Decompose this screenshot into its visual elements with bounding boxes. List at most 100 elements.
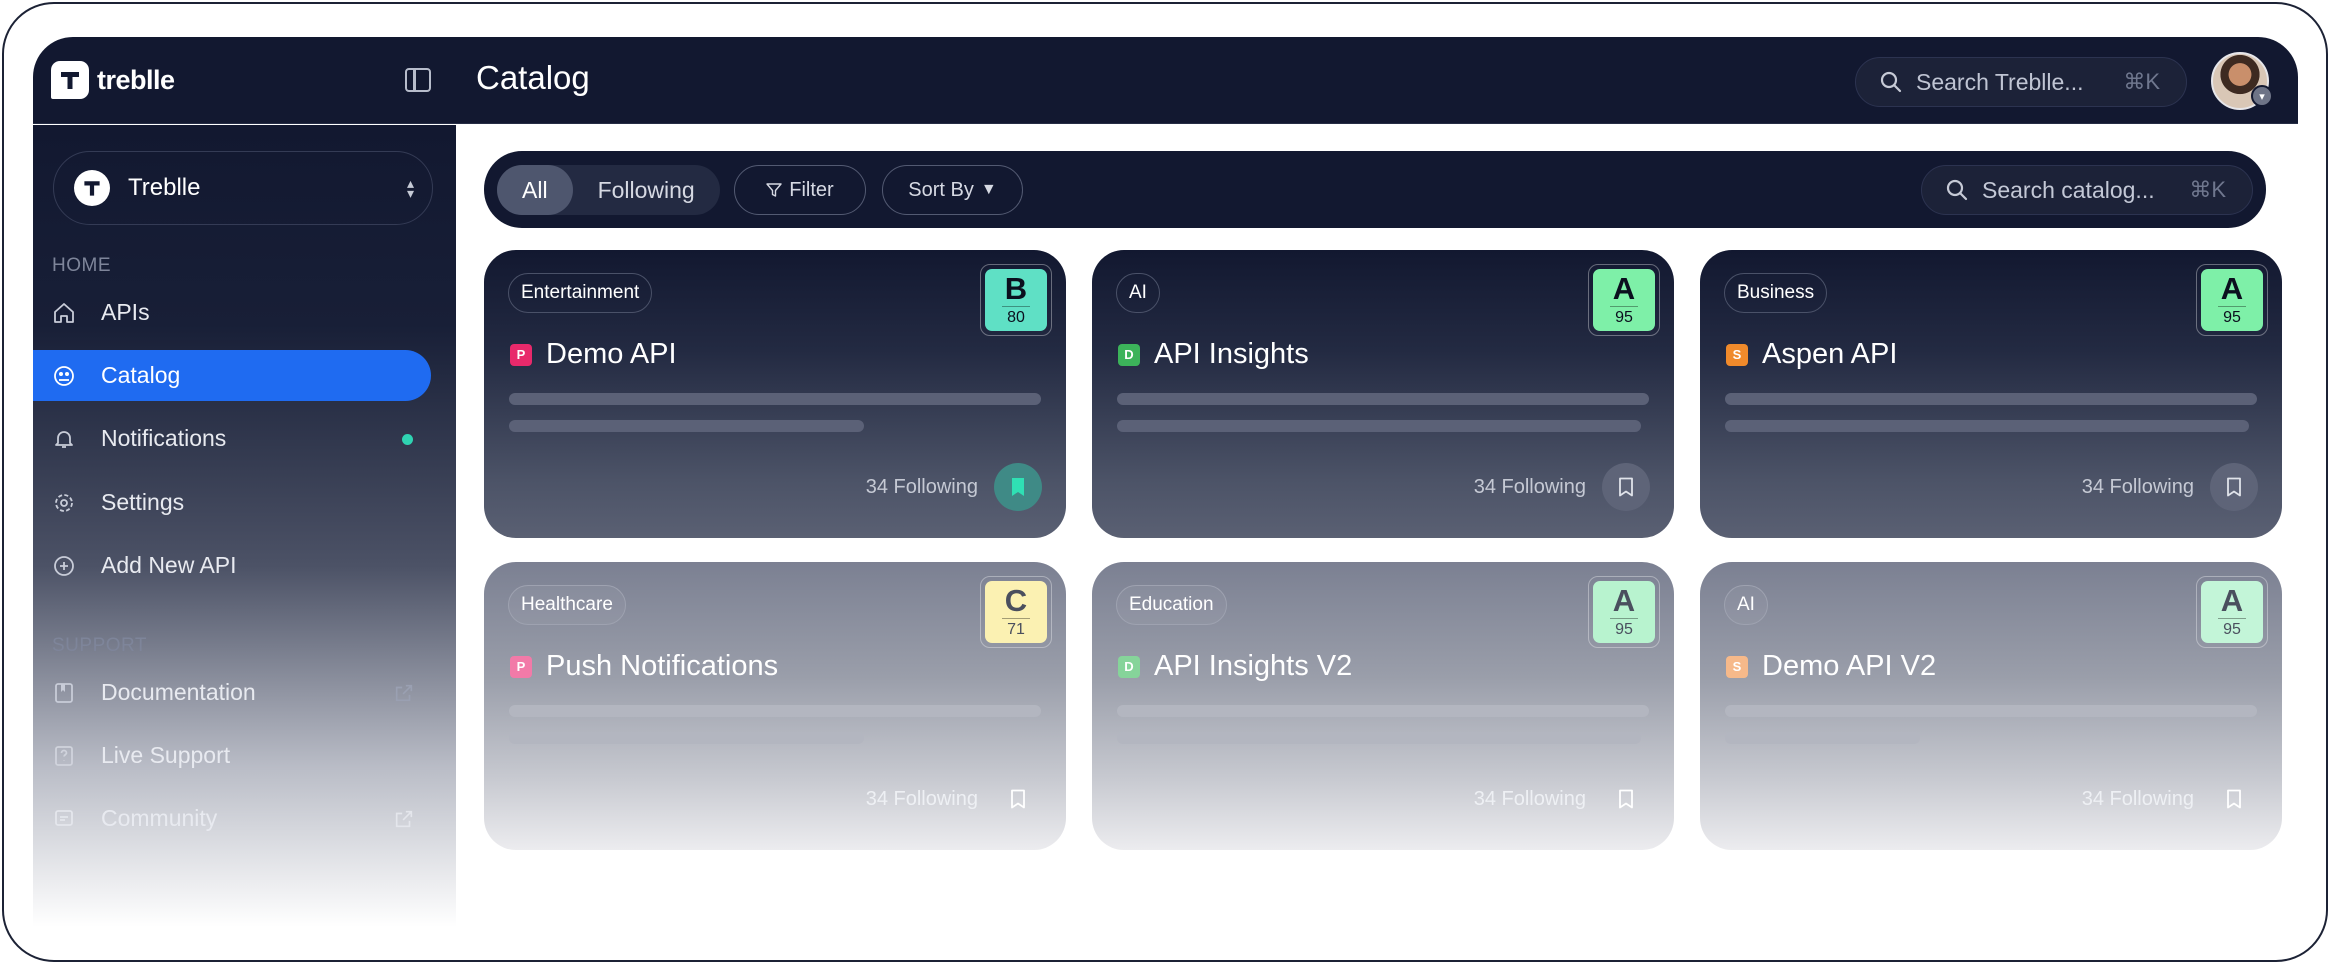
api-card-aspen-api[interactable]: Business A 95 S Aspen API 34 Following <box>1700 250 2282 538</box>
grade-fill: A 95 <box>1593 581 1655 643</box>
api-name: API Insights V2 <box>1154 650 1353 682</box>
workspace-logo-icon <box>74 170 110 206</box>
skeleton-line <box>1117 420 1641 432</box>
filter-label: Filter <box>789 178 834 201</box>
api-type-badge: P <box>510 343 532 366</box>
category-tag: Healthcare <box>508 585 626 625</box>
grade-letter: A <box>2220 270 2244 306</box>
bell-icon <box>55 431 73 448</box>
grade-fill: B 80 <box>985 269 1047 331</box>
sidebar-item-community[interactable]: Community <box>33 793 431 844</box>
grade-letter: A <box>1612 270 1636 306</box>
api-type-badge: S <box>1726 655 1748 678</box>
grade-letter: B <box>1004 270 1028 306</box>
grade-score: 71 <box>1007 621 1025 639</box>
grade-fill: A 95 <box>2201 269 2263 331</box>
chevron-down-icon[interactable]: ▾ <box>2251 85 2273 107</box>
skeleton-line <box>1117 732 1641 744</box>
category-tag: Entertainment <box>508 273 653 313</box>
grade-fill: A 95 <box>2201 581 2263 643</box>
catalog-search-input[interactable]: Search catalog... ⌘K <box>1921 165 2253 215</box>
sidebar-toggle-icon[interactable] <box>405 68 431 92</box>
grade-letter: A <box>1612 582 1636 618</box>
skeleton-line <box>1725 393 2257 405</box>
grade-letter: C <box>1004 582 1028 618</box>
following-count: 34 Following <box>865 788 978 810</box>
grade-badge: A 95 <box>2196 576 2268 648</box>
category-tag: Business <box>1724 273 1828 313</box>
category-tag: AI <box>1116 273 1160 313</box>
api-name: Aspen API <box>1762 338 1898 370</box>
gear-icon <box>55 494 73 512</box>
sidebar-item-live-support[interactable]: Live Support <box>33 730 431 781</box>
grade-badge: A 95 <box>2196 264 2268 336</box>
bookmark-button[interactable] <box>1602 775 1650 823</box>
sidebar-item-add-new-api[interactable]: Add New API <box>33 540 431 591</box>
api-name: API Insights <box>1154 338 1309 370</box>
tab-all[interactable]: All <box>497 165 573 215</box>
grade-score: 95 <box>1615 309 1633 327</box>
skeleton-line <box>509 705 1041 717</box>
bookmark-button[interactable] <box>994 463 1042 511</box>
tab-following[interactable]: Following <box>573 165 720 215</box>
sidebar-item-notifications[interactable]: Notifications <box>33 413 431 464</box>
updown-chevron-icon: ▴ ▾ <box>406 175 414 201</box>
home-section-label: HOME <box>52 255 111 276</box>
skeleton-line <box>509 393 1041 405</box>
filter-button[interactable]: Filter <box>734 165 866 215</box>
api-card-demo-api-v2[interactable]: AI A 95 S Demo API V2 34 Following <box>1700 562 2282 850</box>
page-title: Catalog <box>476 59 590 96</box>
sidebar-item-documentation[interactable]: Documentation <box>33 667 431 718</box>
api-title: D API Insights <box>1118 338 1309 371</box>
grade-score: 95 <box>1615 621 1633 639</box>
sidebar-item-apis[interactable]: APIs <box>33 287 431 338</box>
sidebar-item-label: Documentation <box>101 679 256 705</box>
help-icon <box>55 746 73 766</box>
grade-score: 95 <box>2223 621 2241 639</box>
api-card-push-notifications[interactable]: Healthcare C 71 P Push Notifications 34 Fo… <box>484 562 1066 850</box>
grade-fill: C 71 <box>985 581 1047 643</box>
sidebar: Treblle ▴ ▾ HOME APIs Catalog Notificatio… <box>33 125 456 927</box>
api-name: Push Notifications <box>546 650 779 682</box>
following-count: 34 Following <box>1473 476 1586 498</box>
home-icon <box>54 303 74 323</box>
sidebar-item-settings[interactable]: Settings <box>33 477 431 528</box>
grade-badge: B 80 <box>980 264 1052 336</box>
sidebar-item-catalog[interactable]: Catalog <box>33 350 431 401</box>
sort-by-button[interactable]: Sort By ▼ <box>882 165 1023 215</box>
grade-divider <box>1002 305 1030 308</box>
grade-score: 95 <box>2223 309 2241 327</box>
category-tag: AI <box>1724 585 1768 625</box>
api-title: D API Insights V2 <box>1118 650 1352 683</box>
following-count: 34 Following <box>2081 788 2194 810</box>
api-card-demo-api[interactable]: Entertainment B 80 P Demo API 34 Following <box>484 250 1066 538</box>
bookmark-button[interactable] <box>1602 463 1650 511</box>
api-name: Demo API V2 <box>1762 650 1937 682</box>
grade-fill: A 95 <box>1593 269 1655 331</box>
skeleton-line <box>1117 393 1649 405</box>
api-type-badge: D <box>1118 655 1140 678</box>
workspace-name: Treblle <box>128 174 201 201</box>
catalog-search-shortcut: ⌘K <box>2189 177 2226 202</box>
api-card-api-insights[interactable]: AI A 95 D API Insights 34 Following <box>1092 250 1674 538</box>
following-count: 34 Following <box>865 476 978 498</box>
filter-icon <box>766 183 782 197</box>
brand-logo[interactable]: treblle <box>51 61 175 99</box>
api-card-api-insights-v2[interactable]: Education A 95 D API Insights V2 34 Follow… <box>1092 562 1674 850</box>
catalog-icon <box>54 366 74 386</box>
workspace-switcher[interactable]: Treblle ▴ ▾ <box>53 151 433 225</box>
plus-circle-icon <box>54 556 74 576</box>
skeleton-line <box>1117 705 1649 717</box>
bookmark-button[interactable] <box>994 775 1042 823</box>
grade-letter: A <box>2220 582 2244 618</box>
bookmark-button[interactable] <box>2210 775 2258 823</box>
treblle-logo-icon <box>51 61 89 99</box>
following-count: 34 Following <box>1473 788 1586 810</box>
api-type-badge: P <box>510 655 532 678</box>
global-search-shortcut: ⌘K <box>2123 69 2160 94</box>
external-link-icon <box>395 684 413 702</box>
global-search-input[interactable]: Search Treblle... ⌘K <box>1855 57 2187 107</box>
grade-divider <box>1610 617 1638 620</box>
bookmark-button[interactable] <box>2210 463 2258 511</box>
grade-badge: A 95 <box>1588 264 1660 336</box>
